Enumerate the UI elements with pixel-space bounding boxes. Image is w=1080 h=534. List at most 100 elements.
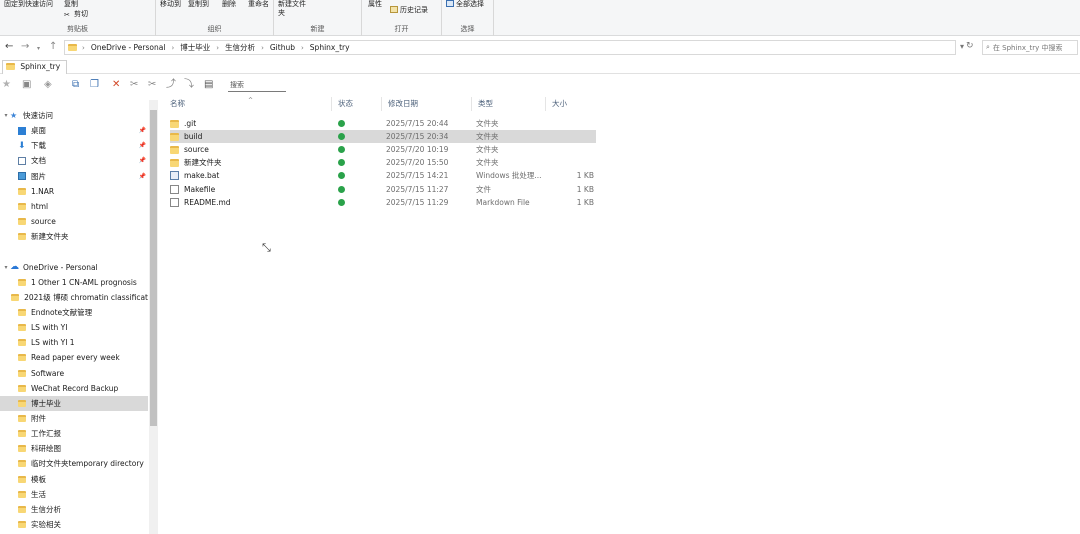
column-header-type[interactable]: 类型 — [472, 97, 546, 111]
sidebar-item[interactable]: 生活 — [0, 487, 148, 502]
file-name-cell[interactable]: .git — [170, 117, 330, 130]
table-row[interactable]: 新建文件夹 2025/7/20 15:50 文件夹 — [170, 156, 596, 169]
sidebar-item[interactable]: 模板 — [0, 472, 148, 487]
sidebar-item[interactable]: ▾ ★ 快速访问 — [0, 108, 148, 123]
copy-to-button[interactable]: 复制到 — [188, 0, 209, 9]
rename-icon[interactable]: ⤵ — [184, 79, 194, 91]
cut-button[interactable]: ✂ 剪切 — [64, 10, 88, 19]
sidebar-item[interactable]: 临时文件夹temporary directory — [0, 456, 148, 471]
sidebar-item[interactable]: 附件 — [0, 411, 148, 426]
expand-chevron-icon[interactable]: ▾ — [2, 112, 10, 119]
column-header-name[interactable]: 名称 ^ — [164, 97, 332, 111]
sidebar-item[interactable]: WeChat Record Backup — [0, 381, 148, 396]
sidebar-item-label: 生活 — [31, 489, 46, 499]
sidebar-item[interactable]: Endnote文献管理 — [0, 305, 148, 320]
new-folder-button[interactable]: 新建文件夹 — [278, 0, 308, 18]
synced-check-icon — [338, 120, 345, 127]
sidebar-item[interactable]: Software — [0, 366, 148, 381]
details-view-icon[interactable]: ▤ — [204, 79, 213, 91]
sidebar-item[interactable]: LS with YI — [0, 320, 148, 335]
column-header-date[interactable]: 修改日期 — [382, 97, 472, 111]
back-arrow-icon[interactable]: ← — [5, 41, 13, 53]
toolbar-search-input[interactable]: 搜索 — [228, 79, 286, 92]
select-all-button[interactable]: 全部选择 — [446, 0, 484, 9]
layout-icon[interactable]: ◈ — [44, 79, 52, 91]
column-header-size[interactable]: 大小 — [546, 97, 596, 111]
sidebar-item[interactable]: LS with YI 1 — [0, 335, 148, 350]
sidebar-item[interactable]: 桌面 📌 — [0, 123, 148, 138]
sidebar-item[interactable]: 实验相关 — [0, 517, 148, 532]
breadcrumb-separator-icon[interactable]: › — [261, 44, 264, 52]
rename-button[interactable]: 重命名 — [248, 0, 269, 9]
nav-scrollbar-thumb[interactable] — [150, 110, 157, 426]
search-input[interactable]: ⌕ 在 Sphinx_try 中搜索 — [982, 40, 1078, 55]
file-type-cell: 文件夹 — [476, 145, 499, 155]
sidebar-item[interactable]: 2021级 博硕 chromatin classificat — [0, 290, 148, 305]
history-button[interactable]: 历史记录 — [390, 6, 428, 15]
sidebar-item[interactable]: ▾ ☁ OneDrive - Personal — [0, 260, 148, 275]
sidebar-item[interactable]: 1.NAR — [0, 184, 148, 199]
breadcrumb-item[interactable]: 生信分析 — [225, 42, 255, 53]
sidebar-item[interactable]: Read paper every week — [0, 350, 148, 365]
cut-icon[interactable]: ✂ — [130, 79, 138, 91]
sidebar-item-label: 生信分析 — [31, 504, 61, 514]
tab-sphinx-try[interactable]: Sphinx_try — [2, 60, 68, 74]
sidebar-item[interactable]: 生信分析 — [0, 502, 148, 517]
refresh-icon[interactable]: ↻ — [966, 41, 974, 51]
breadcrumb-item[interactable]: 博士毕业 — [180, 42, 210, 53]
breadcrumb-item[interactable]: OneDrive - Personal — [91, 43, 166, 52]
sidebar-item[interactable]: 图片 📌 — [0, 169, 148, 184]
properties-button[interactable]: 属性 — [368, 0, 382, 9]
star-icon[interactable]: ★ — [2, 79, 11, 91]
expand-chevron-icon[interactable]: ▾ — [2, 264, 10, 271]
recent-locations-icon[interactable]: ▾ — [37, 43, 40, 55]
pin-icon[interactable]: 📌 — [139, 157, 146, 164]
file-name-cell[interactable]: README.md — [170, 196, 330, 209]
sidebar-item[interactable]: 文档 📌 — [0, 153, 148, 168]
table-row[interactable]: build 2025/7/15 20:34 文件夹 — [170, 130, 596, 144]
up-arrow-icon[interactable]: ↑ — [49, 41, 57, 53]
breadcrumb-item[interactable]: Sphinx_try — [310, 43, 350, 52]
pin-icon[interactable]: 📌 — [139, 127, 146, 134]
sidebar-item[interactable]: 新建文件夹 — [0, 229, 148, 244]
breadcrumb-separator-icon[interactable]: › — [301, 44, 304, 52]
view-icon[interactable]: ▣ — [22, 79, 31, 91]
address-field[interactable]: › OneDrive - Personal › 博士毕业 › 生信分析 › Gi… — [64, 40, 956, 55]
copy-button[interactable]: 复制 — [64, 0, 78, 9]
pin-icon[interactable]: 📌 — [139, 142, 146, 149]
sidebar-item[interactable]: 博士毕业 — [0, 395, 148, 411]
breadcrumb-item[interactable]: Github — [270, 43, 295, 52]
folder-icon — [18, 430, 26, 438]
breadcrumb-separator-icon[interactable]: › — [171, 44, 174, 52]
table-row[interactable]: make.bat 2025/7/15 14:21 Windows 批处理... 1 K… — [170, 169, 596, 182]
file-name-cell[interactable]: 新建文件夹 — [170, 156, 330, 169]
address-dropdown-icon[interactable]: ▾ — [960, 42, 964, 51]
pin-quick-access-button[interactable]: 固定到快速访问 — [4, 0, 53, 9]
breadcrumb-separator-icon[interactable]: › — [82, 44, 85, 52]
column-header-status[interactable]: 状态 — [332, 97, 382, 111]
table-row[interactable]: README.md 2025/7/15 11:29 Markdown File 1 K… — [170, 196, 596, 209]
table-row[interactable]: source 2025/7/20 10:19 文件夹 — [170, 143, 596, 156]
table-row[interactable]: .git 2025/7/15 20:44 文件夹 — [170, 117, 596, 130]
move-icon[interactable]: ⤴ — [166, 79, 176, 91]
file-name-cell[interactable]: make.bat — [170, 169, 330, 182]
forward-arrow-icon[interactable]: → — [21, 41, 29, 53]
delete-button[interactable]: 删除 — [222, 0, 236, 9]
scissors-icon[interactable]: ✂ — [148, 79, 156, 91]
sidebar-item[interactable]: 1 Other 1 CN-AML prognosis — [0, 275, 148, 290]
delete-icon[interactable]: ✕ — [112, 79, 120, 91]
sidebar-item[interactable]: 科研绘图 — [0, 441, 148, 456]
pin-icon[interactable]: 📌 — [139, 173, 146, 180]
sidebar-item[interactable]: source — [0, 214, 148, 229]
file-name-cell[interactable]: source — [170, 143, 330, 156]
copy-icon[interactable]: ⧉ — [72, 79, 79, 91]
breadcrumb-separator-icon[interactable]: › — [216, 44, 219, 52]
sidebar-item[interactable]: 工作汇报 — [0, 426, 148, 441]
table-row[interactable]: Makefile 2025/7/15 11:27 文件 1 KB — [170, 183, 596, 196]
sidebar-item[interactable]: ⬇ 下载 📌 — [0, 138, 148, 153]
move-to-button[interactable]: 移动到 — [160, 0, 181, 9]
paste-icon[interactable]: ❐ — [90, 79, 99, 91]
file-name-cell[interactable]: Makefile — [170, 183, 330, 196]
sidebar-item[interactable]: html — [0, 199, 148, 214]
file-name-cell[interactable]: build — [170, 130, 330, 143]
